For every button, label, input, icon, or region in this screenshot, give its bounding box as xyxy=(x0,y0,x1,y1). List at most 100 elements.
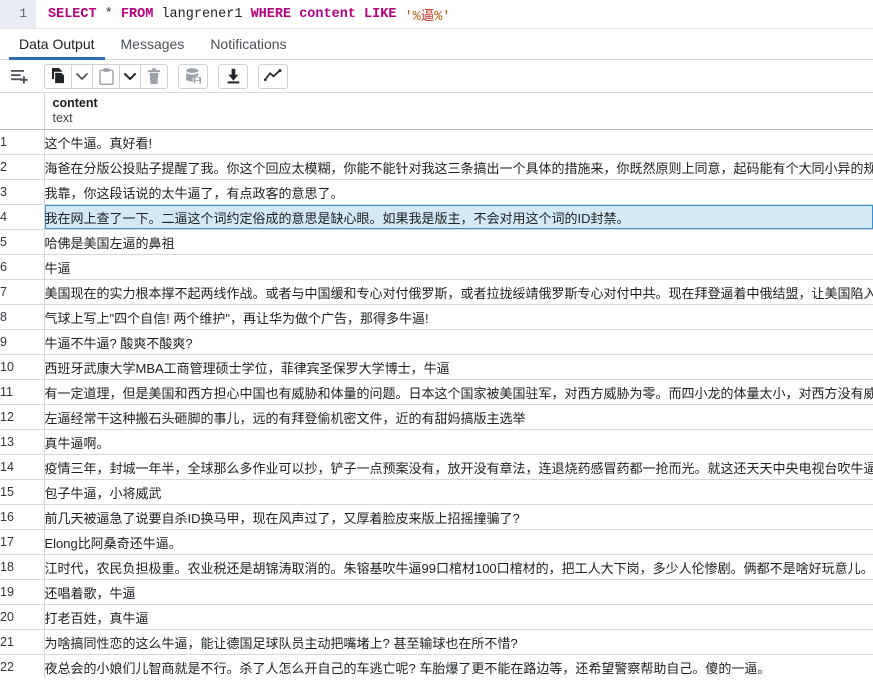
row-number[interactable]: 3 xyxy=(0,179,45,205)
tab-data-output[interactable]: Data Output xyxy=(6,31,108,60)
cell-content[interactable]: 前几天被逼急了说要自杀ID换马甲，现在风声过了，又厚着脸皮来版上招摇撞骗了? xyxy=(44,504,873,530)
row-number[interactable]: 12 xyxy=(0,404,45,430)
cell-content-selected[interactable]: 我在网上查了一下。二逼这个词约定俗成的意思是缺心眼。如果我是版主，不会对用这个词… xyxy=(44,204,873,230)
row-number[interactable]: 19 xyxy=(0,579,45,605)
cell-content[interactable]: 这个牛逼。真好看! xyxy=(44,129,873,155)
download-button[interactable] xyxy=(218,63,248,89)
cell-content[interactable]: 牛逼 xyxy=(44,254,873,280)
sql-editor[interactable]: 1 SELECT * FROM langrener1 WHERE content… xyxy=(0,0,873,29)
row-number[interactable]: 20 xyxy=(0,604,45,630)
cell-content[interactable]: 包子牛逼，小将威武 xyxy=(44,479,873,505)
row-number[interactable]: 14 xyxy=(0,454,45,480)
table-row[interactable]: 16 前几天被逼急了说要自杀ID换马甲，现在风声过了，又厚着脸皮来版上招摇撞骗了? xyxy=(0,504,873,530)
sql-space-5 xyxy=(291,7,299,22)
row-number[interactable]: 4 xyxy=(0,204,45,230)
tab-messages[interactable]: Messages xyxy=(108,31,198,59)
table-row[interactable]: 7 美国现在的实力根本撑不起两线作战。或者与中国缓和专心对付俄罗斯，或者拉拢绥靖俄… xyxy=(0,279,873,305)
grid-body: 1 这个牛逼。真好看! 2 海爸在分版公投贴子提醒了我。你这个回应太模糊，你能不能针… xyxy=(0,129,873,679)
sql-keyword-where: WHERE xyxy=(250,6,292,22)
sql-operator-star: * xyxy=(104,6,113,22)
save-data-changes-button[interactable] xyxy=(178,63,208,89)
table-row[interactable]: 9 牛逼不牛逼? 酸爽不酸爽? xyxy=(0,329,873,355)
row-number[interactable]: 18 xyxy=(0,554,45,580)
row-number[interactable]: 21 xyxy=(0,629,45,655)
table-row[interactable]: 14 疫情三年，封城一年半，全球那么多作业可以抄，铲子一点预案没有，放开没有章法，… xyxy=(0,454,873,480)
cell-content[interactable]: Elong比阿桑奇还牛逼。 xyxy=(44,529,873,555)
table-row[interactable]: 3 我靠，你这段话说的太牛逼了，有点政客的意思了。 xyxy=(0,179,873,205)
table-row-selected[interactable]: 4 我在网上查了一下。二逼这个词约定俗成的意思是缺心眼。如果我是版主，不会对用这个… xyxy=(0,204,873,230)
column-header-type: text xyxy=(52,111,73,125)
cell-content[interactable]: 有一定道理，但是美国和西方担心中国也有威胁和体量的问题。日本这个国家被美国驻军，… xyxy=(44,379,873,405)
row-number[interactable]: 5 xyxy=(0,229,45,255)
row-number[interactable]: 22 xyxy=(0,654,45,679)
cell-content[interactable]: 气球上写上"四个自信! 两个维护"，再让华为做个广告，那得多牛逼! xyxy=(44,304,873,330)
add-row-button[interactable] xyxy=(4,63,34,89)
table-row[interactable]: 1 这个牛逼。真好看! xyxy=(0,129,873,155)
copy-options-chevron-down-icon xyxy=(76,72,88,81)
table-row[interactable]: 5 哈佛是美国左逼的鼻祖 xyxy=(0,229,873,255)
cell-content[interactable]: 江时代，农民负担极重。农业税还是胡锦涛取消的。朱镕基吹牛逼99口棺材100口棺材… xyxy=(44,554,873,580)
toolbar-group-add xyxy=(4,63,34,89)
row-number[interactable]: 9 xyxy=(0,329,45,355)
table-row[interactable]: 8 气球上写上"四个自信! 两个维护"，再让华为做个广告，那得多牛逼! xyxy=(0,304,873,330)
table-row[interactable]: 20 打老百姓，真牛逼 xyxy=(0,604,873,630)
cell-content[interactable]: 左逼经常干这种搬石头砸脚的事儿，远的有拜登偷机密文件，近的有甜妈搞版主选举 xyxy=(44,404,873,430)
table-row[interactable]: 10 西班牙武康大学MBA工商管理硕士学位，菲律宾圣保罗大学博士，牛逼 xyxy=(0,354,873,380)
result-grid: content text 1 这个牛逼。真好看! 2 海爸在分版公投贴子提醒了我。你… xyxy=(0,93,873,679)
result-grid-container[interactable]: content text 1 这个牛逼。真好看! 2 海爸在分版公投贴子提醒了我。你… xyxy=(0,93,873,679)
cell-content[interactable]: 夜总会的小娘们儿智商就是不行。杀了人怎么开自己的车逃亡呢? 车胎爆了更不能在路边… xyxy=(44,654,873,679)
row-number[interactable]: 16 xyxy=(0,504,45,530)
data-output-toolbar xyxy=(0,60,873,93)
cell-content[interactable]: 我靠，你这段话说的太牛逼了，有点政客的意思了。 xyxy=(44,179,873,205)
row-number[interactable]: 2 xyxy=(0,154,45,180)
row-number[interactable]: 6 xyxy=(0,254,45,280)
row-number[interactable]: 8 xyxy=(0,304,45,330)
tab-notifications[interactable]: Notifications xyxy=(197,31,299,59)
row-number[interactable]: 11 xyxy=(0,379,45,405)
cell-content[interactable]: 哈佛是美国左逼的鼻祖 xyxy=(44,229,873,255)
copy-options-button[interactable] xyxy=(71,63,93,89)
column-header-content[interactable]: content text xyxy=(44,93,873,130)
table-row[interactable]: 18 江时代，农民负担极重。农业税还是胡锦涛取消的。朱镕基吹牛逼99口棺材100口… xyxy=(0,554,873,580)
table-row[interactable]: 12 左逼经常干这种搬石头砸脚的事儿，远的有拜登偷机密文件，近的有甜妈搞版主选举 xyxy=(0,404,873,430)
table-row[interactable]: 22 夜总会的小娘们儿智商就是不行。杀了人怎么开自己的车逃亡呢? 车胎爆了更不能在… xyxy=(0,654,873,679)
cell-content[interactable]: 海爸在分版公投贴子提醒了我。你这个回应太模糊，你能不能针对我这三条搞出一个具体的… xyxy=(44,154,873,180)
row-number[interactable]: 17 xyxy=(0,529,45,555)
cell-content[interactable]: 打老百姓，真牛逼 xyxy=(44,604,873,630)
cell-content[interactable]: 真牛逼啊。 xyxy=(44,429,873,455)
cell-content[interactable]: 西班牙武康大学MBA工商管理硕士学位，菲律宾圣保罗大学博士，牛逼 xyxy=(44,354,873,380)
row-number[interactable]: 13 xyxy=(0,429,45,455)
paste-options-button[interactable] xyxy=(119,63,141,89)
cell-content[interactable]: 牛逼不牛逼? 酸爽不酸爽? xyxy=(44,329,873,355)
row-number[interactable]: 7 xyxy=(0,279,45,305)
sql-space-1 xyxy=(97,7,105,22)
cell-content[interactable]: 还唱着歌，牛逼 xyxy=(44,579,873,605)
toolbar-group-graph xyxy=(258,63,288,89)
cell-content[interactable]: 为啥搞同性恋的这么牛逼，能让德国足球队员主动把嘴堵上? 甚至输球也在所不惜? xyxy=(44,629,873,655)
table-row[interactable]: 2 海爸在分版公投贴子提醒了我。你这个回应太模糊，你能不能针对我这三条搞出一个具体… xyxy=(0,154,873,180)
sql-keyword-select: SELECT xyxy=(48,6,97,22)
sql-string-pattern: 逼 xyxy=(420,9,435,25)
sql-column-name: content xyxy=(299,6,356,22)
table-row[interactable]: 19 还唱着歌，牛逼 xyxy=(0,579,873,605)
sql-query-line[interactable]: SELECT * FROM langrener1 WHERE content L… xyxy=(36,0,873,28)
row-number[interactable]: 10 xyxy=(0,354,45,380)
table-row[interactable]: 17 Elong比阿桑奇还牛逼。 xyxy=(0,529,873,555)
sql-string-literal: '%逼%' xyxy=(405,4,451,25)
table-row[interactable]: 21 为啥搞同性恋的这么牛逼，能让德国足球队员主动把嘴堵上? 甚至输球也在所不惜? xyxy=(0,629,873,655)
row-number[interactable]: 1 xyxy=(0,129,45,155)
cell-content[interactable]: 疫情三年，封城一年半，全球那么多作业可以抄，铲子一点预案没有，放开没有章法，连退… xyxy=(44,454,873,480)
toolbar-group-clipboard xyxy=(44,63,168,89)
table-row[interactable]: 6 牛逼 xyxy=(0,254,873,280)
graph-visualiser-button[interactable] xyxy=(258,63,288,89)
row-number-header[interactable] xyxy=(0,93,45,130)
cell-content[interactable]: 美国现在的实力根本撑不起两线作战。或者与中国缓和专心对付俄罗斯，或者拉拢绥靖俄罗… xyxy=(44,279,873,305)
delete-row-button[interactable] xyxy=(140,63,168,89)
table-row[interactable]: 13 真牛逼啊。 xyxy=(0,429,873,455)
row-number[interactable]: 15 xyxy=(0,479,45,505)
grid-header: content text xyxy=(0,93,873,130)
table-row[interactable]: 11 有一定道理，但是美国和西方担心中国也有威胁和体量的问题。日本这个国家被美国驻… xyxy=(0,379,873,405)
paste-button[interactable] xyxy=(92,63,120,89)
copy-button[interactable] xyxy=(44,63,72,89)
table-row[interactable]: 15 包子牛逼，小将威武 xyxy=(0,479,873,505)
